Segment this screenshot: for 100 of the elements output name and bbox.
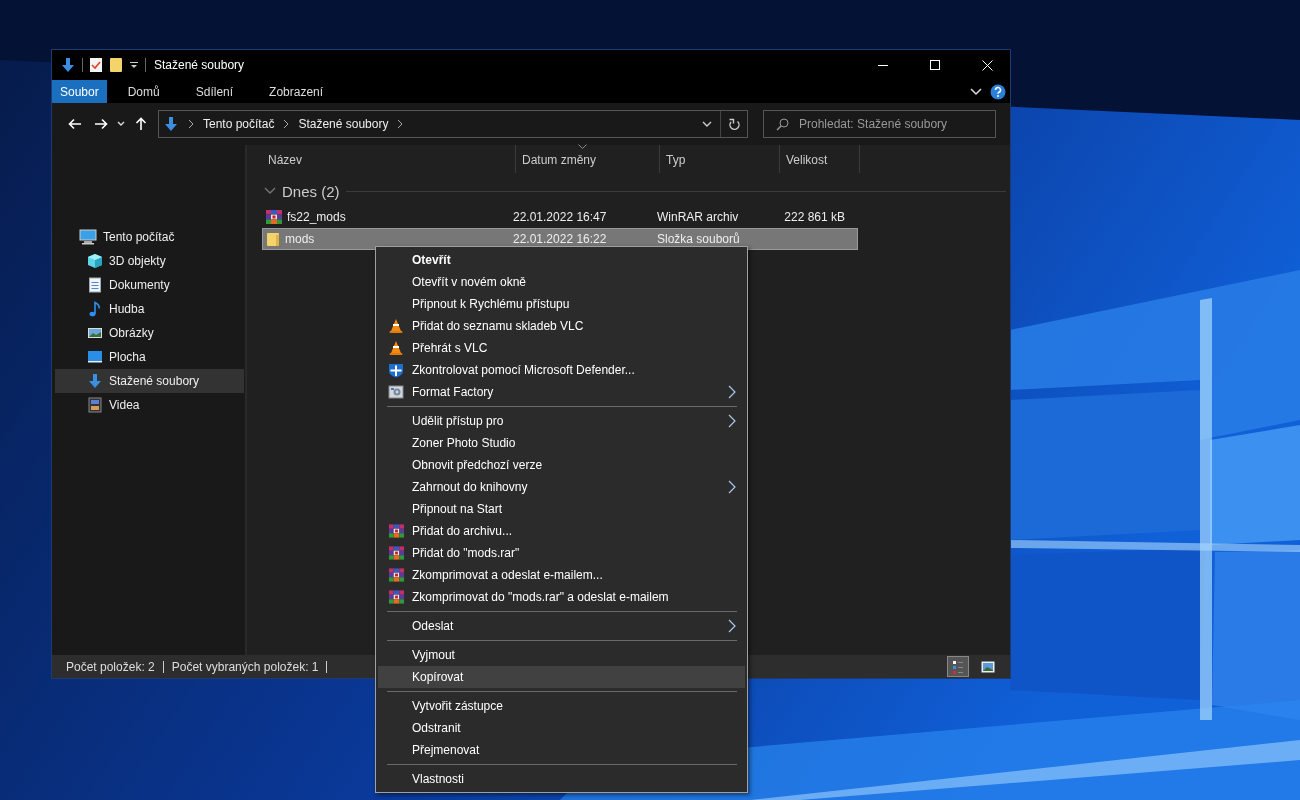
gear-screen-icon	[388, 384, 404, 400]
menu-item[interactable]: Format Factory	[378, 381, 745, 403]
menu-item[interactable]: Otevřít	[378, 249, 745, 271]
download-arrow-icon	[87, 373, 103, 389]
menu-item[interactable]: Přidat do "mods.rar"	[378, 542, 745, 564]
menu-item[interactable]: Zkomprimovat a odeslat e-mailem...	[378, 564, 745, 586]
folder-icon	[265, 231, 281, 247]
chevron-down-icon	[117, 121, 125, 127]
sidebar-item[interactable]: Obrázky	[55, 321, 244, 345]
menu-item[interactable]: Odstranit	[378, 717, 745, 739]
menu-item[interactable]: Obnovit předchozí verze	[378, 454, 745, 476]
column-header[interactable]: Název	[262, 145, 516, 173]
books-icon	[387, 523, 405, 539]
sidebar-item[interactable]: Dokumenty	[55, 273, 244, 297]
archive-icon	[265, 209, 283, 225]
menu-item[interactable]: Připnout na Start	[378, 498, 745, 520]
chevron-right-icon	[728, 619, 736, 633]
group-header[interactable]: Dnes (2)	[282, 182, 340, 200]
breadcrumb[interactable]: Tento počítač	[203, 117, 275, 131]
download-arrow-icon	[163, 116, 179, 132]
download-arrow-icon	[60, 57, 76, 73]
ribbon-tab[interactable]: Domů	[112, 80, 175, 103]
traffic-cone-icon	[388, 318, 404, 334]
search-icon	[776, 117, 789, 131]
chevron-right-icon	[728, 414, 736, 428]
menu-item[interactable]: Přehrát s VLC	[378, 337, 745, 359]
desktop-icon	[87, 349, 103, 365]
menu-item[interactable]: Otevřít v novém okně	[378, 271, 745, 293]
column-header[interactable]: Typ	[660, 145, 780, 173]
menu-item[interactable]: Vlastnosti	[378, 768, 745, 790]
shield-icon	[388, 362, 404, 378]
file-row[interactable]: fs22_mods 22.01.2022 16:47 WinRAR archiv 222 861 kB	[262, 206, 858, 228]
maximize-icon	[930, 60, 940, 70]
sidebar-item[interactable]: Plocha	[55, 345, 244, 369]
image-icon	[981, 660, 995, 673]
ribbon-tab[interactable]: Soubor	[52, 80, 107, 103]
chevron-right-icon	[728, 385, 736, 399]
computer-icon	[79, 229, 97, 245]
status-text: Počet vybraných položek: 1	[171, 659, 319, 674]
menu-item[interactable]: Přidat do archivu...	[378, 520, 745, 542]
file-name: fs22_mods	[287, 210, 346, 224]
list-icon	[952, 658, 964, 675]
music-note-icon	[87, 301, 103, 317]
sidebar-item[interactable]: 3D objekty	[55, 249, 244, 273]
sidebar-item[interactable]: Tento počítač	[55, 225, 244, 249]
arrow-left-icon	[68, 118, 82, 130]
chevron-down-icon	[970, 87, 982, 96]
menu-item[interactable]: Připnout k Rychlému přístupu	[378, 293, 745, 315]
close-icon	[981, 59, 993, 71]
traffic-cone-icon	[388, 340, 404, 356]
sidebar-item[interactable]: Hudba	[55, 297, 244, 321]
books-icon	[387, 567, 405, 583]
dropdown-icon	[129, 60, 139, 70]
menu-item[interactable]: Kopírovat	[378, 666, 745, 688]
menu-item[interactable]: Přidat do seznamu skladeb VLC	[378, 315, 745, 337]
menu-item[interactable]: Zkontrolovat pomocí Microsoft Defender...	[378, 359, 745, 381]
help-icon	[990, 83, 1006, 100]
sidebar-item[interactable]: Videa	[55, 393, 244, 417]
chevron-right-icon	[396, 119, 405, 129]
column-header[interactable]: Datum změny	[516, 145, 660, 173]
arrow-up-icon	[135, 117, 147, 131]
books-icon	[387, 545, 405, 561]
menu-item[interactable]: Zoner Photo Studio	[378, 432, 745, 454]
address-bar[interactable]: Tento počítač Stažené soubory	[158, 110, 748, 138]
document-icon	[87, 277, 103, 293]
pictures-icon	[87, 325, 103, 341]
menu-item[interactable]: Vytvořit zástupce	[378, 695, 745, 717]
ribbon-tab[interactable]: Sdílení	[180, 80, 249, 103]
menu-item[interactable]: Přejmenovat	[378, 739, 745, 761]
sidebar-item[interactable]: Stažené soubory	[55, 369, 244, 393]
column-header[interactable]: Velikost	[780, 145, 860, 173]
date-text: 22.01.2022 16:47	[513, 210, 607, 224]
window-title: Stažené soubory	[154, 58, 246, 72]
refresh-icon	[728, 117, 740, 131]
file-name: mods	[285, 232, 315, 246]
chevron-right-icon	[728, 480, 736, 494]
film-icon	[87, 397, 103, 413]
search-field[interactable]: Prohledat: Stažené soubory	[763, 110, 996, 138]
status-text: Počet položek: 2	[66, 659, 155, 674]
sort-caret-icon	[578, 144, 587, 149]
ribbon-tab[interactable]: Zobrazení	[254, 80, 339, 103]
checklist-icon	[89, 57, 103, 73]
menu-item[interactable]: Vyjmout	[378, 644, 745, 666]
date-text: 22.01.2022 16:22	[513, 232, 607, 246]
chevron-down-icon	[264, 187, 276, 195]
chevron-right-icon	[282, 119, 291, 129]
type-text: Složka souborů	[657, 232, 740, 246]
menu-item[interactable]: Udělit přístup pro	[378, 410, 745, 432]
folder-icon	[109, 57, 123, 73]
menu-item[interactable]: Zahrnout do knihovny	[378, 476, 745, 498]
chevron-down-icon	[702, 121, 712, 127]
menu-item[interactable]: Zkomprimovat do "mods.rar" a odeslat e-mailem	[378, 586, 745, 608]
size-text: 222 861 kB	[784, 210, 845, 224]
cube-icon	[87, 253, 103, 269]
breadcrumb[interactable]: Stažené soubory	[298, 117, 389, 131]
menu-item[interactable]: Odeslat	[378, 615, 745, 637]
arrow-right-icon	[94, 118, 108, 130]
books-icon	[387, 589, 405, 605]
type-text: WinRAR archiv	[657, 210, 739, 224]
chevron-right-icon	[187, 119, 195, 129]
